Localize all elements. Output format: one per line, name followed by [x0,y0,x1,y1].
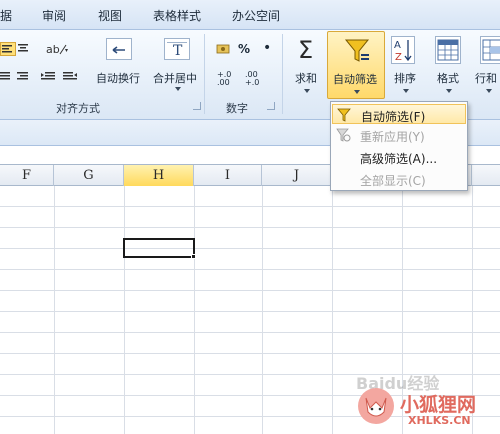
column-header-h[interactable]: H [124,165,194,186]
rowcol-dropdown-arrow-icon[interactable] [486,89,492,93]
brand-watermark: 小狐狸网 [400,394,477,416]
number-launcher-icon[interactable] [267,102,275,110]
column-header-i[interactable]: I [194,165,262,186]
align-group-label: 对齐方式 [56,102,100,115]
sum-dropdown-arrow-icon[interactable] [304,89,310,93]
menu-tab-office-space[interactable]: 办公空间 [232,7,280,24]
column-header-f[interactable]: F [0,165,54,186]
grid-column-line [54,186,55,434]
menu-tab-data[interactable]: 据 [0,7,12,24]
grid-row-line [0,353,500,354]
menu-item-label: 自动筛选(F) [361,110,426,124]
column-header-g[interactable]: G [54,165,124,186]
watermark: Baidu经验 小狐狸网 XHLKS.CN [352,370,498,430]
filter-dropdown-arrow-icon [354,90,360,94]
sort-dropdown-arrow-icon[interactable] [403,89,409,93]
menu-tab-view[interactable]: 视图 [98,7,122,24]
grid-column-line [332,186,333,434]
percent-button[interactable]: % [238,42,250,56]
format-dropdown-arrow-icon[interactable] [446,89,452,93]
column-header-j[interactable]: J [262,165,332,186]
align-launcher-icon[interactable] [193,102,201,110]
grid-column-line [124,186,125,434]
reapply-filter-icon [336,128,351,142]
format-label[interactable]: 格式 [437,70,459,86]
menu-item-show-all[interactable]: 全部显示(C) [332,169,466,189]
auto-filter-button[interactable]: 自动筛选 [327,31,385,99]
grid-column-line [262,186,263,434]
filter-funnel-icon [337,108,352,122]
filter-funnel-icon [344,38,372,67]
auto-filter-label: 自动筛选 [333,73,377,86]
align-left-icon[interactable] [0,42,16,56]
merge-center-label[interactable]: 合并居中 [153,70,197,86]
active-cell-h[interactable] [123,238,195,258]
grid-column-line [194,186,195,434]
column-header-m[interactable] [472,165,500,186]
menu-item-label: 高级筛选(A)... [360,152,438,166]
sigma-icon[interactable]: Σ [298,36,313,64]
grid-row-line [0,269,500,270]
number-group-label: 数字 [226,102,248,115]
svg-text:A: A [394,40,401,51]
grid-row-line [0,290,500,291]
grid-row-line [0,248,500,249]
fill-handle[interactable] [191,254,196,259]
menu-bar: 据 审阅 视图 表格样式 办公空间 [0,0,500,30]
menu-item-reapply[interactable]: 重新应用(Y) [332,125,466,145]
sum-label[interactable]: 求和 [295,70,317,86]
comma-button[interactable]: • [263,40,271,56]
currency-icon[interactable] [216,42,232,56]
row-column-icon[interactable] [480,36,500,64]
orientation-icon[interactable]: ab [46,42,68,56]
align-right-icon[interactable] [16,70,32,84]
decrease-decimal-button[interactable]: .00 +.0 [245,70,265,88]
menu-item-label: 重新应用(Y) [360,130,425,144]
format-icon[interactable] [435,36,461,64]
grid-row-line [0,332,500,333]
row-column-label[interactable]: 行和 [475,70,497,86]
merge-dropdown-arrow-icon[interactable] [175,87,181,91]
increase-indent-icon[interactable] [62,70,78,84]
wrap-text-icon[interactable] [106,38,132,60]
svg-text:Z: Z [395,52,402,63]
menu-item-label: 全部显示(C) [360,174,426,188]
svg-text:ab: ab [46,43,60,56]
align-center-icon[interactable] [16,42,32,56]
wrap-text-label[interactable]: 自动换行 [96,70,140,86]
fox-logo-icon [358,388,394,424]
menu-tab-table-style[interactable]: 表格样式 [153,7,201,24]
grid-row-line [0,206,500,207]
increase-decimal-button[interactable]: +.0 .00 [217,70,237,88]
grid-row-line [0,227,500,228]
auto-filter-menu: 自动筛选(F) 重新应用(Y) 高级筛选(A)... 全部显示(C) [330,101,468,191]
svg-text:T: T [173,43,183,59]
decrease-indent-icon[interactable] [40,70,56,84]
sort-icon[interactable]: AZ [391,36,415,64]
merge-center-icon[interactable]: T [164,38,190,60]
align-justify-icon[interactable] [0,70,16,84]
domain-watermark: XHLKS.CN [408,414,471,427]
sort-label[interactable]: 排序 [394,70,416,86]
menu-tab-review[interactable]: 审阅 [42,7,66,24]
grid-row-line [0,311,500,312]
menu-item-auto-filter[interactable]: 自动筛选(F) [332,104,466,124]
menu-item-advanced-filter[interactable]: 高级筛选(A)... [332,147,466,167]
